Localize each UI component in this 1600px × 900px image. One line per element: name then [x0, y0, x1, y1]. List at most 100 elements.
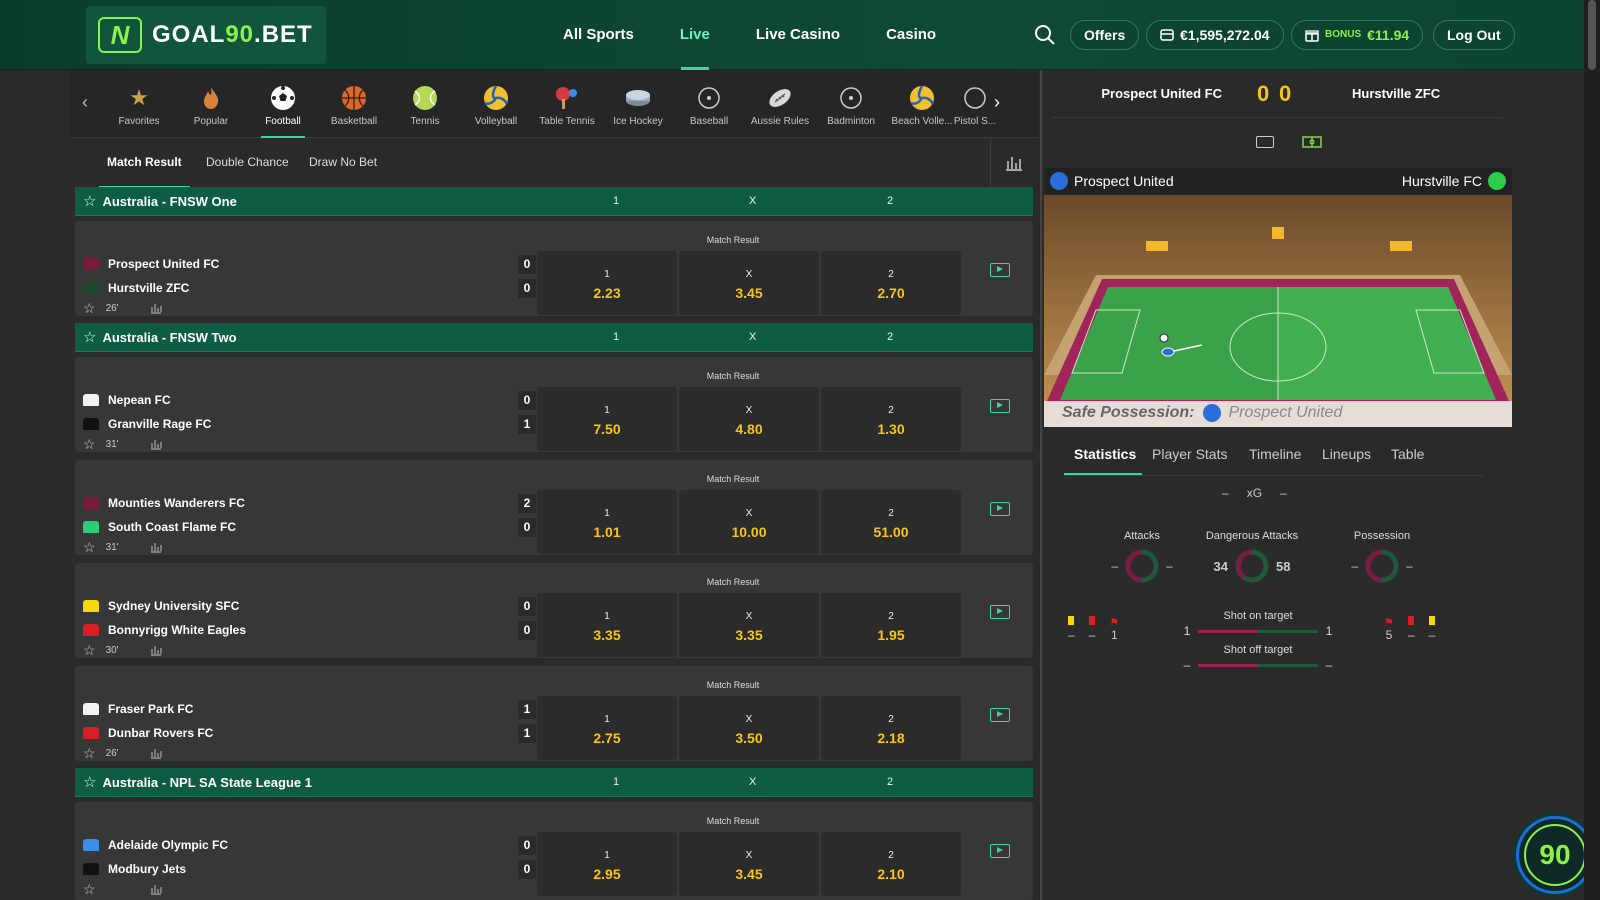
live-stream-icon[interactable]: [990, 605, 1010, 619]
scroll-right-arrow[interactable]: ›: [994, 92, 1000, 113]
favorite-star-icon[interactable]: ☆: [83, 881, 96, 898]
sport-tennis[interactable]: Tennis: [389, 70, 461, 138]
home-team[interactable]: Sydney University SFC: [83, 599, 239, 613]
odds-away-button[interactable]: 2 1.30: [821, 387, 961, 451]
tab-table[interactable]: Table: [1391, 446, 1424, 462]
away-team[interactable]: Modbury Jets: [83, 862, 186, 876]
favorite-star-icon[interactable]: ☆: [83, 539, 96, 556]
tab-match-result[interactable]: Match Result: [99, 138, 190, 188]
odds-home-button[interactable]: 1 1.01: [537, 490, 677, 554]
hockey-puck-icon: [602, 82, 674, 114]
odds-away-button[interactable]: 2 2.70: [821, 251, 961, 315]
tab-timeline[interactable]: Timeline: [1249, 446, 1301, 462]
sport-football[interactable]: Football: [247, 70, 319, 138]
sport-volleyball[interactable]: Volleyball: [460, 70, 532, 138]
odds-away-button[interactable]: 2 1.95: [821, 593, 961, 657]
live-stream-icon[interactable]: [990, 399, 1010, 413]
star-icon[interactable]: ☆: [83, 328, 96, 346]
star-icon[interactable]: ☆: [83, 192, 96, 210]
bonus-button[interactable]: BONUS €11.94: [1291, 20, 1424, 50]
sport-ice-hockey[interactable]: Ice Hockey: [602, 70, 674, 138]
sport-beach-volleyball[interactable]: Beach Volle...: [886, 70, 958, 138]
odds-away-button[interactable]: 2 2.18: [821, 696, 961, 760]
sport-baseball[interactable]: Baseball: [673, 70, 745, 138]
logo[interactable]: N GOAL90.BET: [86, 6, 326, 64]
home-team[interactable]: Nepean FC: [83, 393, 171, 407]
tab-draw-no-bet[interactable]: Draw No Bet: [309, 138, 377, 188]
odds-home-button[interactable]: 1 7.50: [537, 387, 677, 451]
away-corners: 5: [1385, 628, 1393, 642]
nav-all-sports[interactable]: All Sports: [540, 0, 657, 70]
bar-chart-icon[interactable]: [150, 542, 162, 553]
league-header-npl-sa[interactable]: ☆ Australia - NPL SA State League 1 1 X …: [75, 768, 1033, 797]
odds-home-button[interactable]: 1 3.35: [537, 593, 677, 657]
odds-draw-button[interactable]: X 10.00: [679, 490, 819, 554]
league-header-fnsw-one[interactable]: ☆ Australia - FNSW One 1 X 2: [75, 187, 1033, 216]
favorite-star-icon[interactable]: ☆: [83, 300, 96, 317]
scrollbar-thumb[interactable]: [1588, 0, 1596, 70]
sport-pistol-shooting[interactable]: Pistol S...: [950, 70, 1000, 138]
odds-draw-button[interactable]: X 3.35: [679, 593, 819, 657]
home-team[interactable]: Prospect United FC: [83, 257, 219, 271]
favorite-star-icon[interactable]: ☆: [83, 436, 96, 453]
nav-live[interactable]: Live: [657, 0, 733, 70]
home-team[interactable]: Adelaide Olympic FC: [83, 838, 228, 852]
favorite-star-icon[interactable]: ☆: [83, 745, 96, 762]
search-icon[interactable]: [1034, 24, 1056, 46]
away-team[interactable]: Hurstville ZFC: [83, 281, 189, 295]
scroll-left-arrow[interactable]: ‹: [82, 92, 88, 113]
sport-table-tennis[interactable]: Table Tennis: [531, 70, 603, 138]
logout-button[interactable]: Log Out: [1433, 20, 1515, 50]
odds-home-button[interactable]: 1 2.23: [537, 251, 677, 315]
odds-home-button[interactable]: 1 2.95: [537, 832, 677, 896]
league-header-fnsw-two[interactable]: ☆ Australia - FNSW Two 1 X 2: [75, 323, 1033, 352]
bar-chart-icon[interactable]: [150, 748, 162, 759]
nav-casino[interactable]: Casino: [863, 0, 959, 70]
tab-player-stats[interactable]: Player Stats: [1152, 446, 1227, 462]
odds-home-button[interactable]: 1 2.75: [537, 696, 677, 760]
odds-away-button[interactable]: 2 2.10: [821, 832, 961, 896]
odds-draw-button[interactable]: X 3.45: [679, 251, 819, 315]
sport-favorites[interactable]: ★ Favorites: [103, 70, 175, 138]
favorite-star-icon[interactable]: ☆: [83, 642, 96, 659]
bar-chart-icon[interactable]: [150, 439, 162, 450]
away-score: 1: [518, 724, 536, 743]
stats-toggle-button[interactable]: [990, 138, 1036, 188]
sport-badminton[interactable]: Badminton: [815, 70, 887, 138]
live-stream-icon[interactable]: [990, 263, 1010, 277]
goal90-floating-badge[interactable]: 90: [1516, 816, 1594, 894]
bar-chart-icon[interactable]: [150, 645, 162, 656]
sport-basketball[interactable]: Basketball: [318, 70, 390, 138]
away-team[interactable]: Dunbar Rovers FC: [83, 726, 213, 740]
odds-away-button[interactable]: 2 51.00: [821, 490, 961, 554]
live-stream-icon[interactable]: [990, 502, 1010, 516]
home-team[interactable]: Fraser Park FC: [83, 702, 193, 716]
tab-lineups[interactable]: Lineups: [1322, 446, 1371, 462]
away-team[interactable]: Bonnyrigg White Eagles: [83, 623, 246, 637]
pitch-icon[interactable]: [1302, 136, 1322, 148]
page-scrollbar[interactable]: [1584, 0, 1600, 900]
bar-chart-icon[interactable]: [150, 303, 162, 314]
odds-draw-button[interactable]: X 3.45: [679, 832, 819, 896]
video-icon[interactable]: [1256, 136, 1274, 148]
dangerous-attacks-home: 34: [1213, 558, 1228, 574]
tab-double-chance[interactable]: Double Chance: [206, 138, 289, 188]
away-team[interactable]: Granville Rage FC: [83, 417, 211, 431]
dangerous-attacks-away: 58: [1276, 558, 1291, 574]
sport-label: Basketball: [330, 116, 378, 127]
sport-aussie-rules[interactable]: Aussie Rules: [744, 70, 816, 138]
sport-label: Volleyball: [474, 116, 518, 127]
offers-button[interactable]: Offers: [1070, 20, 1140, 50]
home-team[interactable]: Mounties Wanderers FC: [83, 496, 245, 510]
bar-chart-icon[interactable]: [150, 884, 162, 895]
sport-popular[interactable]: Popular: [175, 70, 247, 138]
tab-statistics[interactable]: Statistics: [1074, 446, 1136, 462]
odds-draw-button[interactable]: X 4.80: [679, 387, 819, 451]
away-team[interactable]: South Coast Flame FC: [83, 520, 236, 534]
nav-live-casino[interactable]: Live Casino: [733, 0, 863, 70]
live-stream-icon[interactable]: [990, 844, 1010, 858]
balance-button[interactable]: €1,595,272.04: [1146, 20, 1284, 50]
odds-draw-button[interactable]: X 3.50: [679, 696, 819, 760]
live-stream-icon[interactable]: [990, 708, 1010, 722]
star-icon[interactable]: ☆: [83, 773, 96, 791]
